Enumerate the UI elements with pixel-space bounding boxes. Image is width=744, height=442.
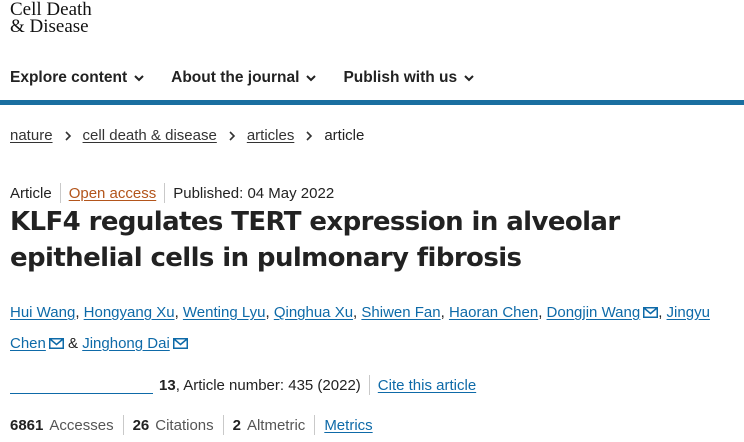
main-nav: Explore content About the journal Publis… <box>0 56 744 100</box>
journal-logo[interactable]: Cell Death & Disease <box>10 0 92 37</box>
nav-about-journal[interactable]: About the journal <box>171 69 317 87</box>
email-icon[interactable] <box>48 338 64 349</box>
chevron-down-icon <box>134 75 144 82</box>
chevron-right-icon <box>64 130 71 141</box>
author-link[interactable]: Shiwen Fan <box>361 304 440 321</box>
nav-label: About the journal <box>171 69 300 86</box>
breadcrumb-current: article <box>324 127 365 144</box>
article-type: Article <box>10 184 52 202</box>
article-title: KLF4 regulates TERT expression in alveol… <box>10 207 620 273</box>
published-date: Published: 04 May 2022 <box>173 184 335 202</box>
breadcrumb-nature[interactable]: nature <box>10 127 53 144</box>
nav-label: Explore content <box>10 69 128 86</box>
open-access-link[interactable]: Open access <box>69 185 157 202</box>
citation-line: 13 , Article number: 435 (2022) Cite thi… <box>10 375 476 395</box>
chevron-down-icon <box>306 75 317 82</box>
nav-label: Publish with us <box>343 69 458 86</box>
breadcrumb-articles[interactable]: articles <box>247 127 295 144</box>
article-meta: Article Open access Published: 04 May 20… <box>10 183 334 203</box>
author-link[interactable]: Jinghong Dai <box>82 335 170 352</box>
author-list: Hui Wang, Hongyang Xu, Wenting Lyu, Qing… <box>10 304 710 352</box>
author-link[interactable]: Hui Wang <box>10 304 75 321</box>
article-metrics: 6861 Accesses 26 Citations 2 Altmetric M… <box>10 415 373 435</box>
meta-divider <box>59 183 61 203</box>
author-link[interactable]: Hongyang Xu <box>84 304 175 321</box>
chevron-right-icon <box>306 130 313 141</box>
author-ampersand: & <box>68 335 79 352</box>
chevron-right-icon <box>229 130 235 141</box>
nav-publish-with-us[interactable]: Publish with us <box>343 69 475 87</box>
breadcrumb-journal[interactable]: cell death & disease <box>83 127 217 144</box>
accesses-count: 6861 <box>10 416 44 434</box>
metrics-divider <box>314 415 316 435</box>
logo-line-2: & Disease <box>10 16 89 37</box>
article-number: , Article number: 435 (2022) <box>175 376 361 394</box>
email-icon[interactable] <box>643 307 659 318</box>
altmetric-count: 2 <box>232 416 241 434</box>
author-link[interactable]: Haoran Chen <box>449 304 538 321</box>
chevron-down-icon <box>464 75 474 82</box>
metrics-divider <box>222 415 224 435</box>
volume-number: 13 <box>159 376 176 394</box>
breadcrumb: nature cell death & disease articles art… <box>10 127 364 144</box>
author-link[interactable]: Wenting Lyu <box>183 304 266 321</box>
metrics-divider <box>122 415 124 435</box>
citation-divider <box>368 375 370 395</box>
citations-count: 26 <box>132 416 150 434</box>
altmetric-label: Altmetric <box>246 416 306 434</box>
email-icon[interactable] <box>172 338 188 349</box>
author-link[interactable]: Dongjin Wang <box>547 304 641 321</box>
author-link[interactable]: Qinghua Xu <box>274 304 353 321</box>
accesses-label: Accesses <box>49 416 114 434</box>
journal-name-link[interactable] <box>10 377 153 394</box>
meta-divider <box>164 183 166 203</box>
nav-explore-content[interactable]: Explore content <box>10 69 145 87</box>
citations-label: Citations <box>155 416 214 434</box>
metrics-link[interactable]: Metrics <box>324 417 372 434</box>
header-divider <box>0 100 744 105</box>
cite-this-article-link[interactable]: Cite this article <box>378 377 476 394</box>
